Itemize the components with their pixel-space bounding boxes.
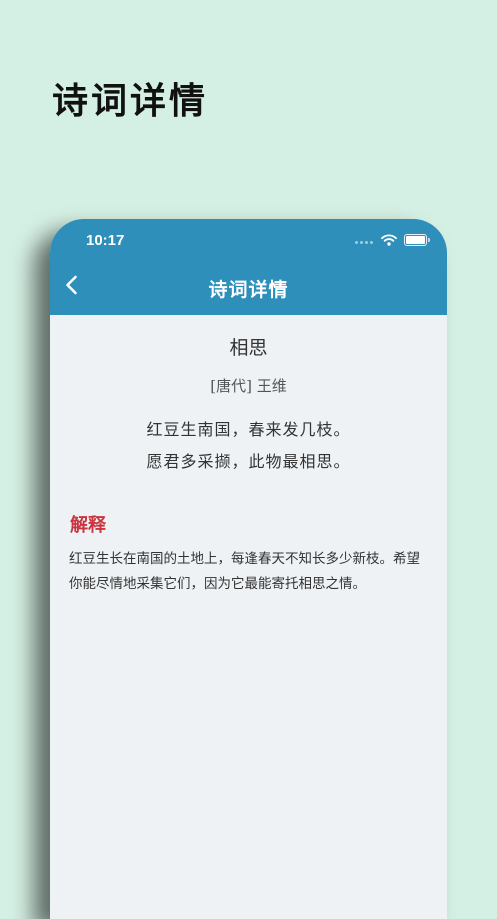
signal-icon [355,240,373,244]
status-icons [355,234,430,246]
nav-title: 诗词详情 [208,279,289,301]
battery-icon [404,234,430,246]
wifi-icon [381,234,397,246]
explanation-text: 红豆生长在南国的土地上，每逢春天不知长多少新枝。希望你能尽情地采集它们，因为它最… [69,551,420,592]
explanation-heading: 解释 [70,515,106,536]
poem-line: 愿君多采撷，此物最相思。 [146,452,351,471]
poem-line: 红豆生南国，春来发几枝。 [146,420,351,439]
poem-author: [唐代] 王维 [210,377,287,395]
app-bar: 10:17 诗词详情 [50,219,447,315]
promo-title: 诗词详情 [52,80,209,122]
phone-frame: 10:17 诗词详情 相思 [唐代] 王维 红豆生南国，春来发几枝。 愿君多采撷… [50,219,447,919]
status-time: 10:17 [86,232,125,249]
poem-title: 相思 [229,337,268,359]
